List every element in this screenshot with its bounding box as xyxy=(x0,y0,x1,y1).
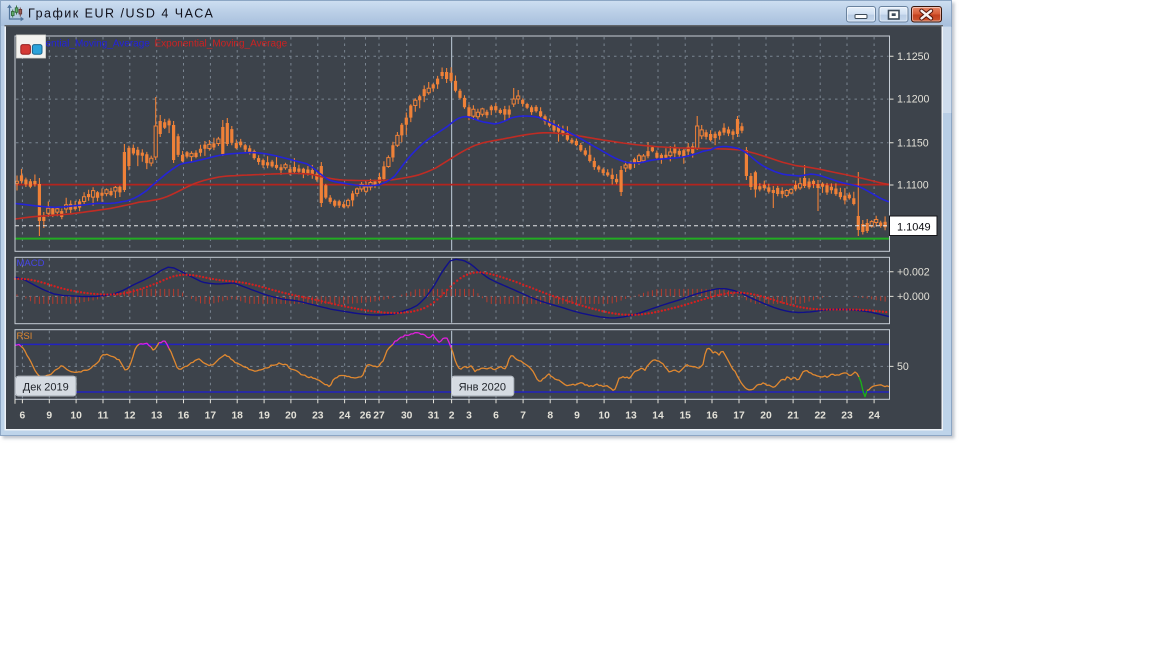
svg-text:50: 50 xyxy=(897,361,909,373)
svg-text:30: 30 xyxy=(401,410,413,421)
svg-text:20: 20 xyxy=(285,410,297,421)
svg-text:17: 17 xyxy=(733,410,745,421)
svg-text:13: 13 xyxy=(151,410,163,421)
svg-text:8: 8 xyxy=(547,410,553,421)
svg-text:9: 9 xyxy=(46,410,52,421)
svg-text:+0.000: +0.000 xyxy=(897,291,930,303)
svg-text:17: 17 xyxy=(205,410,217,421)
svg-text:24: 24 xyxy=(339,410,351,421)
svg-text:27: 27 xyxy=(373,410,385,421)
svg-text:12: 12 xyxy=(124,410,136,421)
svg-text:10: 10 xyxy=(598,410,610,421)
svg-text:16: 16 xyxy=(178,410,190,421)
svg-text:7: 7 xyxy=(520,410,526,421)
svg-text:13: 13 xyxy=(625,410,637,421)
svg-text:24: 24 xyxy=(868,410,880,421)
svg-text:Дек 2019: Дек 2019 xyxy=(23,382,69,394)
svg-text:1.1250: 1.1250 xyxy=(897,51,930,63)
svg-text:ential_Moving_Average: ential_Moving_Average xyxy=(46,39,151,50)
svg-text:1.1150: 1.1150 xyxy=(897,137,929,149)
svg-text:6: 6 xyxy=(493,410,499,421)
svg-text:31: 31 xyxy=(428,410,440,421)
svg-text:2: 2 xyxy=(449,410,455,421)
svg-text:1.1200: 1.1200 xyxy=(897,94,930,106)
svg-text:26: 26 xyxy=(360,410,372,421)
svg-text:1.1100: 1.1100 xyxy=(897,180,929,192)
svg-text:15: 15 xyxy=(679,410,691,421)
svg-text:23: 23 xyxy=(841,410,853,421)
svg-text:22: 22 xyxy=(814,410,826,421)
svg-text:21: 21 xyxy=(787,410,799,421)
svg-text:3: 3 xyxy=(466,410,472,421)
svg-text:1.1049: 1.1049 xyxy=(897,222,931,234)
svg-text:19: 19 xyxy=(258,410,270,421)
svg-text:10: 10 xyxy=(70,410,82,421)
svg-text:+0.002: +0.002 xyxy=(897,266,930,278)
svg-text:16: 16 xyxy=(706,410,718,421)
svg-text:20: 20 xyxy=(760,410,772,421)
svg-text:Янв 2020: Янв 2020 xyxy=(459,382,506,394)
svg-text:График EUR /USD 4 ЧАСА: График EUR /USD 4 ЧАСА xyxy=(28,7,214,21)
svg-text:6: 6 xyxy=(20,410,26,421)
svg-text:18: 18 xyxy=(231,410,243,421)
svg-text:11: 11 xyxy=(98,410,109,421)
svg-text:Exponential_Moving_Average: Exponential_Moving_Average xyxy=(155,39,288,50)
svg-text:RSI: RSI xyxy=(17,331,33,342)
svg-text:9: 9 xyxy=(574,410,580,421)
svg-text:MACD: MACD xyxy=(17,258,45,269)
svg-text:23: 23 xyxy=(312,410,324,421)
svg-text:14: 14 xyxy=(652,410,664,421)
